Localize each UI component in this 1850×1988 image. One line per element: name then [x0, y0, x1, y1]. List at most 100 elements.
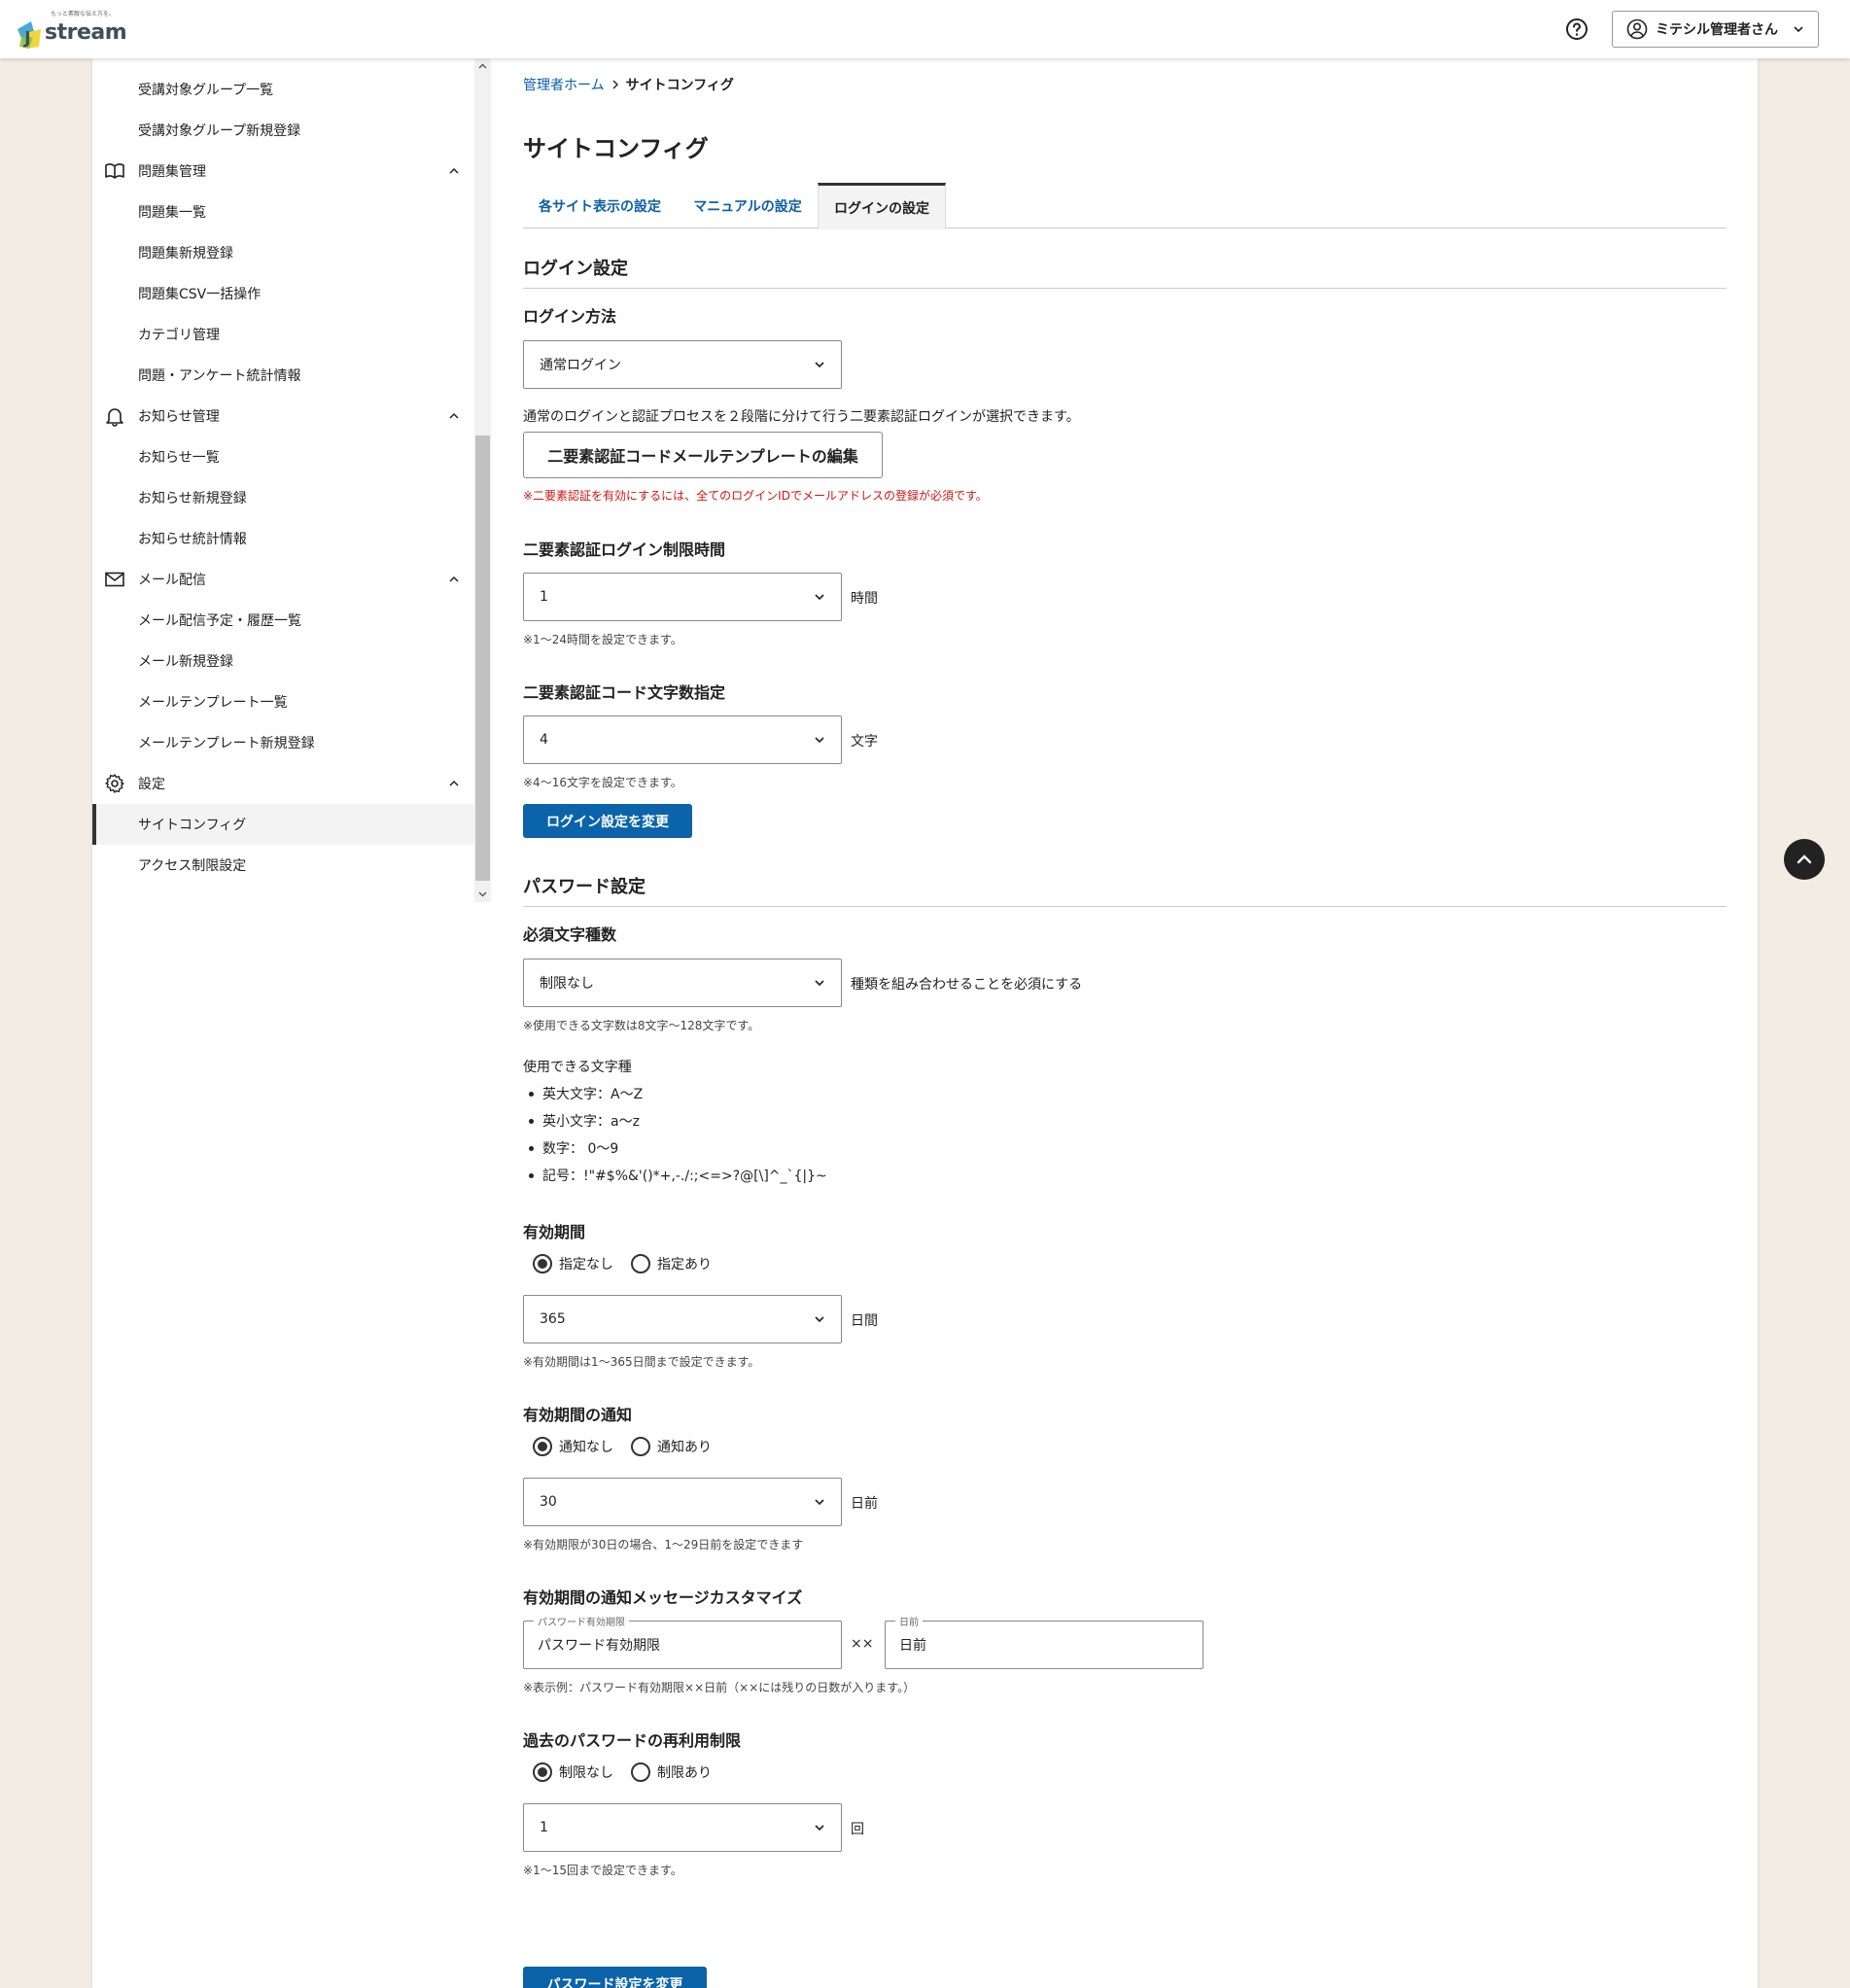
expiry-days-value: 365 — [540, 1311, 566, 1327]
sidebar-item-label: 問題集一覧 — [138, 205, 206, 221]
sidebar-item-access-restriction[interactable]: アクセス制限設定 — [92, 845, 474, 886]
tab-site-display[interactable]: 各サイト表示の設定 — [523, 183, 677, 228]
sidebar-group-label: メール配信 — [138, 573, 206, 588]
logo-mark-icon: J — [17, 21, 41, 49]
2fa-code-length-label: 二要素認証コード文字数指定 — [523, 683, 726, 702]
sidebar-item-notice-new[interactable]: お知らせ新規登録 — [92, 477, 474, 518]
sidebar-item-category[interactable]: カテゴリ管理 — [92, 314, 474, 355]
2fa-code-length-value: 4 — [540, 732, 548, 748]
2fa-code-length-select[interactable]: 4 — [523, 715, 842, 764]
sidebar-item-mail-history[interactable]: メール配信予定・履歴一覧 — [92, 600, 474, 641]
sidebar-item-label: お知らせ一覧 — [138, 450, 220, 466]
chevron-down-icon — [815, 1825, 824, 1831]
sidebar-item-label: カテゴリ管理 — [138, 328, 220, 343]
sidebar-group-mail[interactable]: メール配信 — [92, 559, 474, 600]
sidebar-item-mail-new[interactable]: メール新規登録 — [92, 641, 474, 681]
tab-manual[interactable]: マニュアルの設定 — [677, 183, 819, 228]
chevron-down-icon — [815, 1499, 824, 1506]
chevron-up-icon — [449, 167, 459, 174]
chevron-up-icon — [449, 575, 459, 582]
scroll-up-arrow-icon[interactable] — [478, 62, 487, 71]
logo-tagline: もっと素敵な伝え方を。 — [51, 11, 116, 17]
sidebar-item-question-set-csv[interactable]: 問題集CSV一括操作 — [92, 273, 474, 314]
sidebar-group-notices[interactable]: お知らせ管理 — [92, 396, 474, 436]
chevron-down-icon — [815, 737, 824, 744]
chevron-up-icon — [449, 412, 459, 419]
sidebar-item-notice-list[interactable]: お知らせ一覧 — [92, 436, 474, 477]
2fa-time-limit-note: ※1〜24時間を設定できます。 — [523, 633, 682, 646]
sidebar-item-question-set-list[interactable]: 問題集一覧 — [92, 192, 474, 232]
notify-message-suffix-input[interactable]: 日前 日前 — [885, 1614, 1204, 1669]
sidebar-item-label: 問題集新規登録 — [138, 246, 233, 262]
sidebar-item-target-group-new[interactable]: 受講対象グループ新規登録 — [92, 110, 474, 151]
sidebar-item-label: 問題集CSV一括操作 — [138, 287, 262, 302]
radio-circle — [533, 1762, 552, 1782]
2fa-time-limit-select[interactable]: 1 — [523, 573, 842, 621]
notify-days-select[interactable]: 30 — [523, 1478, 842, 1526]
mail-icon — [105, 572, 124, 587]
config-tabs: 各サイト表示の設定 マニュアルの設定 ログインの設定 — [523, 183, 1727, 229]
2fa-time-limit-unit: 時間 — [851, 591, 878, 607]
sidebar-item-label: メール配信予定・履歴一覧 — [138, 613, 301, 629]
login-section-title: ログイン設定 — [523, 255, 1727, 289]
password-reuse-unit: 回 — [851, 1822, 864, 1837]
sidebar-group-label: 設定 — [138, 777, 165, 792]
breadcrumb-home-link[interactable]: 管理者ホーム — [523, 75, 605, 94]
chevron-up-icon — [449, 780, 459, 786]
notify-note: ※有効期限が30日の場合、1〜29日前を設定できます — [523, 1538, 804, 1552]
field-legend: パスワード有効期限 — [534, 1614, 629, 1628]
expiry-notify-label: 有効期間の通知 — [523, 1406, 633, 1424]
page-title: サイトコンフィグ — [523, 135, 709, 162]
back-to-top-button[interactable] — [1784, 839, 1825, 880]
expiry-radio-set[interactable]: 指定あり — [631, 1254, 712, 1273]
scrollbar-thumb[interactable] — [475, 436, 490, 881]
svg-text:J: J — [22, 28, 31, 49]
expiry-radio-none[interactable]: 指定なし — [533, 1254, 613, 1273]
password-reuse-note: ※1〜15回まで設定できます。 — [523, 1864, 682, 1877]
sidebar-item-question-stats[interactable]: 問題・アンケート統計情報 — [92, 355, 474, 396]
tab-login[interactable]: ログインの設定 — [818, 183, 946, 229]
expiry-days-select[interactable]: 365 — [523, 1295, 842, 1343]
sidebar-item-mail-template-new[interactable]: メールテンプレート新規登録 — [92, 722, 474, 763]
edit-2fa-template-button[interactable]: 二要素認証コードメールテンプレートの編集 — [523, 432, 883, 478]
list-item: 英小文字：a〜z — [529, 1107, 827, 1134]
user-name: ミテシル管理者さん — [1656, 22, 1778, 38]
sidebar-scrollbar[interactable] — [474, 58, 491, 902]
update-login-settings-button[interactable]: ログイン設定を変更 — [523, 804, 692, 838]
login-method-select[interactable]: 通常ログイン — [523, 340, 842, 389]
sidebar-group-question-sets[interactable]: 問題集管理 — [92, 151, 474, 192]
chevron-down-icon — [815, 362, 824, 368]
scroll-down-arrow-icon[interactable] — [478, 889, 487, 898]
chevron-down-icon — [1794, 26, 1803, 33]
update-password-settings-button[interactable]: パスワード設定を変更 — [523, 1967, 707, 1988]
reuse-radio-group: 制限なし 制限あり — [533, 1762, 712, 1782]
sidebar-group-settings[interactable]: 設定 — [92, 763, 474, 804]
jstream-logo[interactable]: もっと素敵な伝え方を。 J stream — [14, 6, 127, 52]
notify-message-custom-label: 有効期間の通知メッセージカスタマイズ — [523, 1588, 803, 1607]
chevron-right-icon — [612, 80, 618, 89]
allowed-chars-list: 英大文字：A〜Z 英小文字：a〜z 数字： 0〜9 記号：!"#$%&'()*+… — [529, 1080, 827, 1189]
login-method-value: 通常ログイン — [540, 358, 621, 373]
required-char-types-select[interactable]: 制限なし — [523, 959, 842, 1007]
reuse-radio-set[interactable]: 制限あり — [631, 1762, 712, 1782]
sidebar-item-label: アクセス制限設定 — [138, 858, 247, 874]
sidebar-item-target-group-list[interactable]: 受講対象グループ一覧 — [92, 69, 474, 110]
sidebar-item-notice-stats[interactable]: お知らせ統計情報 — [92, 518, 474, 559]
sidebar-item-question-set-new[interactable]: 問題集新規登録 — [92, 232, 474, 273]
user-menu-button[interactable]: ミテシル管理者さん — [1612, 11, 1819, 48]
2fa-time-limit-label: 二要素認証ログイン制限時間 — [523, 541, 726, 559]
input-value: パスワード有効期限 — [538, 1638, 660, 1654]
notify-radio-none[interactable]: 通知なし — [533, 1437, 613, 1456]
2fa-code-length-note: ※4〜16文字を設定できます。 — [523, 776, 682, 789]
radio-circle — [533, 1437, 552, 1456]
help-icon[interactable] — [1565, 17, 1588, 41]
notify-radio-set[interactable]: 通知あり — [631, 1437, 712, 1456]
chevron-down-icon — [815, 594, 824, 601]
notify-message-prefix-input[interactable]: パスワード有効期限 パスワード有効期限 — [523, 1614, 842, 1669]
sidebar-item-site-config[interactable]: サイトコンフィグ — [92, 804, 474, 845]
expiry-days-unit: 日間 — [851, 1313, 878, 1329]
password-reuse-select[interactable]: 1 — [523, 1803, 842, 1852]
reuse-radio-none[interactable]: 制限なし — [533, 1762, 613, 1782]
required-char-types-label: 必須文字種数 — [523, 925, 617, 944]
sidebar-item-mail-template-list[interactable]: メールテンプレート一覧 — [92, 681, 474, 722]
